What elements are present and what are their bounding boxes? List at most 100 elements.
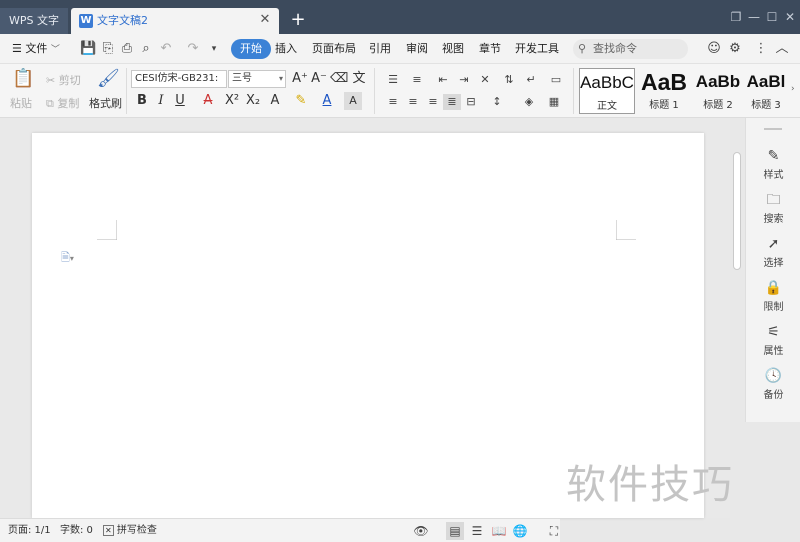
close-window-icon[interactable]: ✕ [780,8,800,26]
tab-view[interactable]: 视图 [438,39,468,59]
close-tab-icon[interactable]: ✕ [257,12,273,28]
page-view-icon[interactable]: ▤ [446,522,464,540]
sort-icon[interactable]: ⇅ [500,72,518,88]
tab-chapter[interactable]: 章节 [475,39,505,59]
tab-references[interactable]: 引用 [365,39,395,59]
align-center-icon[interactable]: ≡ [404,94,422,110]
more-options-icon[interactable]: ⋮ [753,41,769,57]
print-preview-icon[interactable]: ⌕ [138,41,154,57]
eye-protection-icon[interactable]: 👁 [412,522,430,540]
style-heading-3[interactable]: AaBl 标题 3 [744,68,788,114]
save-icon[interactable]: 💾 [80,41,96,57]
search-icon: ⚲ [578,42,587,55]
char-shading-icon[interactable]: A [344,92,362,110]
format-painter-button[interactable]: 格式刷 [89,95,122,111]
font-size-value: 三号 [232,73,252,84]
web-view-icon[interactable]: 🌐 [511,522,529,540]
customize-toolbar-icon[interactable]: ▾ [206,41,222,57]
numbered-list-icon[interactable]: ≡ [408,72,426,88]
app-tab[interactable]: WPS 文字 [0,8,68,34]
align-left-icon[interactable]: ≡ [384,94,402,110]
shading-icon[interactable]: ◈ [520,94,538,110]
side-search-label: 搜索 [763,214,784,225]
collapse-ribbon-icon[interactable]: ︿ [774,41,790,57]
side-styles-button[interactable]: ✎ 样式 [746,146,800,186]
watermark-text: 软件技巧 [566,462,734,508]
italic-icon[interactable]: I [152,92,170,110]
subscript-icon[interactable]: X₂ [244,92,262,110]
borders-icon[interactable]: ▦ [545,94,563,110]
command-search-input[interactable]: ⚲ 查找命令 [573,39,688,59]
increase-indent-icon[interactable]: ⇥ [455,72,473,88]
side-search-button[interactable]: 🗀 搜索 [746,190,800,230]
shrink-font-icon[interactable]: A⁻ [310,70,328,88]
new-tab-button[interactable]: + [288,10,308,30]
side-backup-button[interactable]: 🕓 备份 [746,366,800,406]
tab-page-layout[interactable]: 页面布局 [308,39,360,59]
pen-icon: ✎ [767,148,780,164]
decrease-indent-icon[interactable]: ⇤ [434,72,452,88]
settings-gear-icon[interactable]: ⚙ [727,41,743,57]
style-heading-1[interactable]: AaB 标题 1 [636,68,692,114]
strikethrough-icon[interactable]: A [199,92,217,110]
document-tab[interactable]: W 文字文稿2 ✕ [71,8,279,34]
side-select-label: 选择 [763,258,784,269]
file-menu-button[interactable]: ☰ 文件 ﹀ [12,40,60,58]
format-painter-icon[interactable]: 🖌 [97,68,120,89]
paste-options-icon[interactable]: 🗎▾ [61,249,74,268]
copy-button[interactable]: ⧉ 复制 [46,95,79,111]
underline-icon[interactable]: U [171,92,189,110]
side-properties-button[interactable]: ⚟ 属性 [746,322,800,362]
redo-icon[interactable]: ↷ [185,41,201,57]
style-normal[interactable]: AaBbC 正文 [579,68,635,114]
distribute-icon[interactable]: ⊟ [462,94,480,110]
phonetic-guide-icon[interactable]: 文 [350,70,368,88]
chinese-layout-icon[interactable]: ✕ [476,72,494,88]
minimize-icon[interactable]: — [744,8,764,26]
style-sample: AaBl [746,72,786,91]
cut-button[interactable]: ✂ 剪切 [46,72,81,88]
maximize-icon[interactable]: ☐ [762,8,782,26]
font-size-select[interactable]: 三号 ▾ [228,70,286,88]
tab-review[interactable]: 审阅 [402,39,432,59]
word-count[interactable]: 字数: 0 [60,523,93,539]
window-restore-icon[interactable]: ❐ [726,8,746,26]
styles-scroll-icon[interactable]: › [791,84,795,94]
feedback-face-icon[interactable]: ☺ [706,41,722,57]
font-family-select[interactable]: CESI仿宋-GB231: [131,70,227,88]
print-icon[interactable]: ⎙ [119,41,135,57]
grow-font-icon[interactable]: A⁺ [291,70,309,88]
export-pdf-icon[interactable]: ⎘ [100,41,116,57]
outline-view-icon[interactable]: ☰ [468,522,486,540]
search-placeholder: 查找命令 [593,42,637,55]
tab-developer[interactable]: 开发工具 [511,39,563,59]
spellcheck-button[interactable]: ✕ 拼写检查 [103,523,157,539]
bullet-list-icon[interactable]: ☰ [384,72,402,88]
side-select-button[interactable]: ➚ 选择 [746,234,800,274]
line-spacing-icon[interactable]: ↕ [488,94,506,110]
highlight-icon[interactable]: ✎ [292,92,310,110]
superscript-icon[interactable]: X² [223,92,241,110]
ruler-icon[interactable]: ▭ [547,72,565,88]
undo-icon[interactable]: ↶ [158,41,174,57]
text-effect-icon[interactable]: A [266,92,284,110]
bold-icon[interactable]: B [133,92,151,110]
vertical-scrollbar-thumb[interactable] [733,152,741,270]
tab-home[interactable]: 开始 [231,39,271,59]
show-marks-icon[interactable]: ↵ [522,72,540,88]
align-right-icon[interactable]: ≡ [424,94,442,110]
clear-format-icon[interactable]: ⌫ [330,70,348,88]
style-heading-2[interactable]: AaBb 标题 2 [690,68,746,114]
paste-button[interactable]: 粘贴 [10,95,32,111]
font-color-icon[interactable]: A [318,92,336,110]
paste-icon[interactable]: 📋 [12,68,34,89]
side-backup-label: 备份 [763,390,784,401]
side-styles-label: 样式 [763,170,784,181]
fullscreen-icon[interactable]: ⛶ [545,522,563,540]
side-restrict-button[interactable]: 🔒 限制 [746,278,800,318]
chevron-down-icon: ﹀ [50,45,60,55]
justify-icon[interactable]: ≣ [443,94,461,110]
tab-insert[interactable]: 插入 [271,39,301,59]
reading-view-icon[interactable]: 📖 [490,522,508,540]
style-name: 标题 3 [751,100,781,111]
